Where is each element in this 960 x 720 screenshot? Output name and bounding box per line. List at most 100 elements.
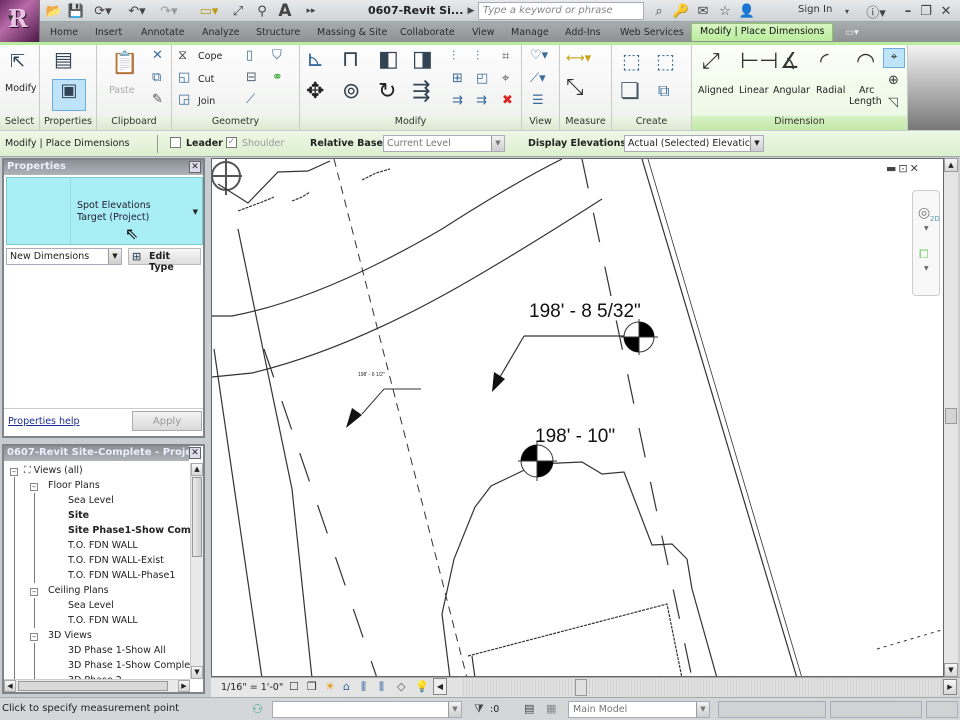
selection-filter-icon[interactable]: ⧩: [474, 702, 484, 716]
search-input[interactable]: Type a keyword or phrase: [478, 2, 644, 20]
tree-node[interactable]: Floor Plans: [48, 480, 100, 491]
measure-between-icon[interactable]: ⟷▾: [566, 51, 591, 66]
chevron-down-icon[interactable]: ▼: [924, 265, 929, 272]
instance-filter-select[interactable]: New Dimensions ▼: [6, 248, 122, 265]
mirror-draw-axis-icon[interactable]: ◨: [412, 47, 433, 72]
tab-home[interactable]: Home: [50, 24, 78, 42]
array-icon[interactable]: ⊞: [452, 71, 463, 86]
scroll-thumb[interactable]: [575, 679, 587, 696]
close-icon[interactable]: ✕: [189, 447, 201, 459]
hide-icon[interactable]: ♡▾: [530, 48, 548, 63]
cut-geometry-button[interactable]: Cut: [198, 74, 214, 85]
close-icon[interactable]: ✕: [189, 161, 201, 173]
split-element-icon[interactable]: ⫶: [452, 49, 455, 64]
restore-view-icon[interactable]: ⊡: [898, 162, 909, 175]
user-icon[interactable]: 👤: [738, 2, 756, 20]
collapse-icon[interactable]: –: [10, 468, 18, 476]
edit-type-button[interactable]: ⊞ Edit Type: [128, 248, 201, 273]
view-window-controls[interactable]: ▬⊡✕: [886, 162, 921, 175]
show-crop-region-icon[interactable]: ⫼: [379, 680, 384, 694]
chevron-down-icon[interactable]: ▼: [491, 136, 504, 151]
communication-icon[interactable]: ✉: [694, 2, 712, 20]
type-properties-icon[interactable]: ▤: [54, 47, 73, 71]
editing-requests-icon[interactable]: ▤: [524, 702, 534, 715]
spot-elevation-icon[interactable]: ⌖: [883, 48, 905, 68]
sun-path-icon[interactable]: ☀: [325, 680, 335, 693]
tab-add-ins[interactable]: Add-Ins: [565, 24, 601, 42]
align-icon[interactable]: ⊾: [306, 47, 324, 72]
collapse-icon[interactable]: –: [30, 588, 38, 596]
delete-icon[interactable]: ✖: [502, 93, 513, 108]
temporary-hide-icon[interactable]: ◇: [397, 680, 405, 693]
tab-collaborate[interactable]: Collaborate: [400, 24, 455, 42]
zoom-region-icon[interactable]: ⧠: [919, 247, 929, 262]
scale-icon[interactable]: ◰: [476, 71, 488, 86]
scroll-thumb[interactable]: [18, 681, 168, 691]
reveal-hidden-icon[interactable]: 💡: [415, 680, 429, 693]
create-similar-icon[interactable]: ⧉: [658, 81, 669, 101]
shadows-icon[interactable]: ⌂: [343, 680, 350, 693]
wall-joins-icon[interactable]: ⊟: [246, 70, 257, 85]
workset-select[interactable]: ▼: [272, 701, 462, 718]
panel-toggle-icon[interactable]: ▭▾: [845, 24, 859, 42]
aligned-button[interactable]: Aligned: [698, 85, 734, 96]
tree-node[interactable]: 3D Phase 1-Show Comple: [68, 660, 190, 671]
drawing-hscrollbar[interactable]: ▶: [461, 679, 957, 696]
relative-base-select[interactable]: Current Level ▼: [383, 135, 505, 152]
crop-view-icon[interactable]: ⫼: [361, 680, 366, 694]
leader-checkbox[interactable]: [170, 137, 181, 148]
scroll-left-icon[interactable]: ◀: [433, 678, 447, 695]
worksets-icon[interactable]: ⚇: [252, 702, 263, 716]
scroll-up-icon[interactable]: ▲: [191, 463, 203, 476]
tag-icon[interactable]: ⚲: [252, 2, 272, 20]
more-tools-icon[interactable]: ▸▸: [304, 2, 318, 20]
chevron-down-icon[interactable]: ▼: [924, 225, 929, 232]
copy-icon[interactable]: ⊚: [342, 79, 360, 104]
properties-help-link[interactable]: Properties help: [8, 416, 80, 427]
view-scale[interactable]: 1/16" = 1'-0": [221, 682, 283, 693]
tree-node[interactable]: ⛶ Views (all): [24, 465, 83, 476]
open-icon[interactable]: 📂: [44, 2, 64, 20]
minimize-icon[interactable]: –: [900, 2, 916, 20]
tree-node[interactable]: Sea Level: [68, 600, 114, 611]
paint-icon[interactable]: ⟋: [246, 92, 255, 107]
collapse-icon[interactable]: –: [30, 633, 38, 641]
tree-node[interactable]: T.O. FDN WALL-Exist: [68, 555, 164, 566]
aligned-dimension-tool-icon[interactable]: ⤡: [566, 75, 584, 100]
linear-button[interactable]: Linear: [739, 85, 769, 96]
scroll-thumb[interactable]: [945, 408, 957, 424]
tree-node[interactable]: T.O. FDN WALL-Phase1: [68, 570, 175, 581]
tree-node[interactable]: Site: [68, 510, 89, 521]
properties-button[interactable]: ▣: [52, 79, 86, 111]
split-gap-icon[interactable]: ⫶: [476, 49, 479, 64]
collapse-icon[interactable]: –: [30, 483, 38, 491]
chevron-down-icon[interactable]: ▼: [696, 702, 709, 717]
visual-style-icon[interactable]: ❒: [307, 680, 317, 693]
close-icon[interactable]: ✕: [938, 2, 954, 20]
tree-node[interactable]: T.O. FDN WALL: [68, 615, 138, 626]
steering-wheel-2d-icon[interactable]: ◎: [918, 205, 930, 221]
chevron-down-icon[interactable]: ▼: [750, 136, 763, 151]
redo-icon[interactable]: ↷▾: [154, 2, 184, 20]
panel-label-select[interactable]: Select: [0, 116, 39, 130]
tree-node[interactable]: 3D Phase 1-Show All: [68, 645, 166, 656]
demolish-icon[interactable]: ⛉: [272, 48, 282, 63]
shoulder-checkbox[interactable]: ✓: [226, 137, 237, 148]
create-assembly-icon[interactable]: ⬚: [656, 49, 675, 73]
override-graphics-icon[interactable]: ⟋▾: [530, 71, 546, 86]
tree-node[interactable]: 3D Views: [48, 630, 92, 641]
save-icon[interactable]: 💾: [66, 2, 86, 20]
radial-button[interactable]: Radial: [816, 85, 845, 96]
application-menu-button[interactable]: R ▼: [0, 0, 40, 42]
tab-view[interactable]: View: [472, 24, 495, 42]
design-option-select[interactable]: Main Model ▼: [568, 701, 710, 718]
arc-length-button-1[interactable]: Arc: [859, 85, 874, 96]
chevron-right-icon[interactable]: ▶: [466, 2, 476, 20]
angular-button[interactable]: Angular: [773, 85, 810, 96]
tree-node[interactable]: Ceiling Plans: [48, 585, 109, 596]
tree-node[interactable]: Sea Level: [68, 495, 114, 506]
tree-node[interactable]: T.O. FDN WALL: [68, 540, 138, 551]
pin-icon[interactable]: ⌖: [502, 71, 509, 86]
subscription-icon[interactable]: 🔑: [672, 2, 690, 20]
minimize-view-icon[interactable]: ▬: [886, 162, 898, 175]
